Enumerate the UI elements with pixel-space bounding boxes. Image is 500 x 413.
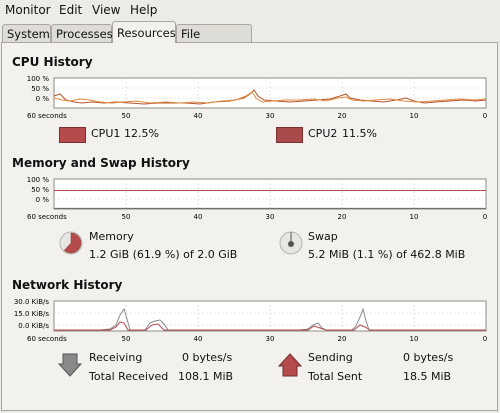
net-xtick-20: 20 bbox=[338, 335, 347, 343]
memory-history-title: Memory and Swap History bbox=[12, 156, 190, 170]
cpu-xtick-10: 10 bbox=[410, 112, 419, 120]
cpu-history-graph: 100 % 50 % 0 % 60 seconds 50 40 30 20 10… bbox=[27, 75, 487, 120]
network-history-graph: 30.0 KiB/s 15.0 KiB/s 0.0 KiB/s 60 secon… bbox=[14, 298, 487, 343]
mem-xtick-0: 0 bbox=[483, 213, 487, 221]
mem-ytick-100: 100 % bbox=[27, 176, 50, 184]
menu-view[interactable]: View bbox=[92, 3, 120, 17]
net-ytick-0: 0.0 KiB/s bbox=[18, 322, 49, 330]
sending-label: Sending bbox=[308, 351, 353, 364]
net-ytick-15: 15.0 KiB/s bbox=[14, 310, 50, 318]
total-sent-value: 18.5 MiB bbox=[403, 370, 452, 383]
mem-xtick-50: 50 bbox=[122, 213, 131, 221]
cpu-xtick-30: 30 bbox=[266, 112, 275, 120]
swap-label: Swap bbox=[308, 230, 338, 243]
tab-processes[interactable]: Processes bbox=[51, 24, 113, 42]
cpu2-color-swatch[interactable] bbox=[276, 127, 303, 143]
sending-value: 0 bytes/s bbox=[403, 351, 454, 364]
net-ytick-30: 30.0 KiB/s bbox=[14, 298, 50, 306]
tab-file-systems[interactable]: File Systems bbox=[176, 24, 252, 59]
cpu1-label: CPU1 bbox=[91, 127, 121, 140]
cpu-ytick-0: 0 % bbox=[36, 95, 50, 103]
net-xtick-30: 30 bbox=[266, 335, 275, 343]
menu-edit[interactable]: Edit bbox=[59, 3, 82, 17]
cpu-ytick-100: 100 % bbox=[27, 75, 50, 83]
menu-help[interactable]: Help bbox=[130, 3, 157, 17]
mem-xtick-30: 30 bbox=[266, 213, 275, 221]
menu-bar: Monitor Edit View Help bbox=[0, 0, 500, 20]
cpu-history-title: CPU History bbox=[12, 55, 93, 69]
total-received-value: 108.1 MiB bbox=[178, 370, 234, 383]
receiving-value: 0 bytes/s bbox=[182, 351, 233, 364]
memory-value: 1.2 GiB (61.9 %) of 2.0 GiB bbox=[89, 248, 238, 261]
cpu-xtick-0: 0 bbox=[483, 112, 487, 120]
network-history-title: Network History bbox=[12, 278, 123, 292]
net-xtick-60: 60 seconds bbox=[27, 335, 67, 343]
cpu2-value: 11.5% bbox=[342, 127, 377, 140]
tab-bar: System Processes Resources File Systems bbox=[0, 21, 500, 59]
mem-xtick-60: 60 seconds bbox=[27, 213, 67, 221]
cpu-xtick-50: 50 bbox=[122, 112, 131, 120]
memory-pie-icon[interactable] bbox=[59, 231, 83, 255]
memory-label: Memory bbox=[89, 230, 134, 243]
mem-xtick-40: 40 bbox=[194, 213, 203, 221]
mem-ytick-0: 0 % bbox=[36, 196, 50, 204]
tab-system[interactable]: System bbox=[2, 24, 51, 42]
net-xtick-50: 50 bbox=[122, 335, 131, 343]
swap-value: 5.2 MiB (1.1 %) of 462.8 MiB bbox=[308, 248, 466, 261]
mem-xtick-20: 20 bbox=[338, 213, 347, 221]
menu-monitor[interactable]: Monitor bbox=[5, 3, 51, 17]
net-xtick-10: 10 bbox=[410, 335, 419, 343]
cpu-ytick-50: 50 % bbox=[31, 85, 49, 93]
receiving-label: Receiving bbox=[89, 351, 143, 364]
cpu1-value: 12.5% bbox=[124, 127, 159, 140]
receiving-arrow-icon[interactable] bbox=[58, 352, 82, 378]
memory-history-graph: 100 % 50 % 0 % 60 seconds 50 40 30 20 10… bbox=[27, 176, 487, 221]
net-xtick-0: 0 bbox=[483, 335, 487, 343]
cpu-xtick-40: 40 bbox=[194, 112, 203, 120]
total-sent-label: Total Sent bbox=[308, 370, 363, 383]
cpu-xtick-20: 20 bbox=[338, 112, 347, 120]
mem-xtick-10: 10 bbox=[410, 213, 419, 221]
cpu2-label: CPU2 bbox=[308, 127, 338, 140]
swap-pie-icon[interactable] bbox=[279, 231, 303, 255]
net-xtick-40: 40 bbox=[194, 335, 203, 343]
cpu1-color-swatch[interactable] bbox=[59, 127, 86, 143]
sending-arrow-icon[interactable] bbox=[278, 352, 302, 378]
total-received-label: Total Received bbox=[89, 370, 169, 383]
tab-resources[interactable]: Resources bbox=[112, 21, 176, 43]
cpu-xtick-60: 60 seconds bbox=[27, 112, 67, 120]
mem-ytick-50: 50 % bbox=[31, 186, 49, 194]
